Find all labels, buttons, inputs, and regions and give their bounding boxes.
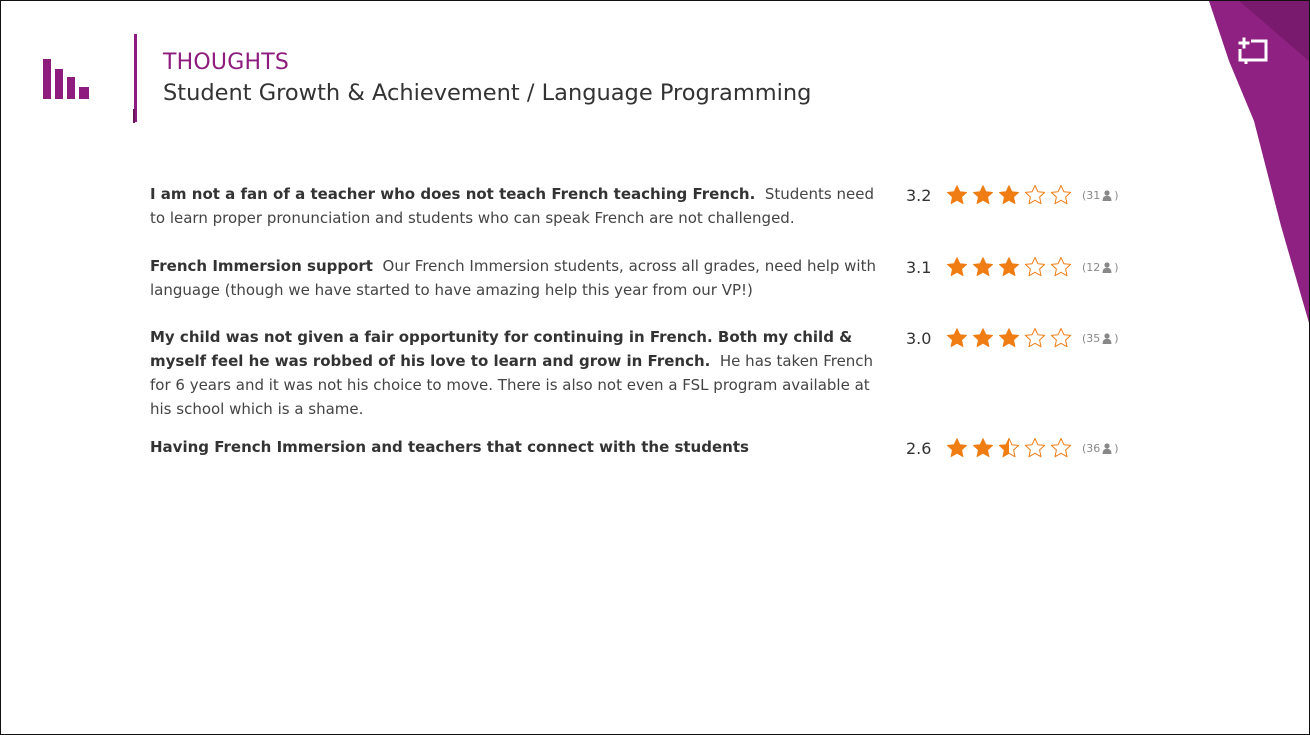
rating: 3.2 (31) [906, 184, 1119, 206]
thought-text: My child was not given a fair opportunit… [150, 325, 890, 421]
star-empty-icon [1024, 185, 1046, 205]
response-count-value: 35 [1086, 331, 1101, 345]
rating-score: 3.0 [906, 328, 932, 348]
star-filled-icon [947, 257, 967, 277]
star-empty-icon [1050, 185, 1072, 205]
star-filled-icon [973, 257, 993, 277]
thought-title: I am not a fan of a teacher who does not… [150, 185, 756, 203]
star-filled-icon [973, 438, 993, 458]
header-divider-tail [133, 109, 135, 123]
thought-text: French Immersion support Our French Imme… [150, 254, 890, 302]
person-icon [1102, 442, 1112, 454]
star-rating [946, 437, 1076, 459]
rating: 3.1 (12) [906, 256, 1119, 278]
star-empty-icon [1050, 257, 1072, 277]
star-empty-icon [1024, 257, 1046, 277]
response-count-value: 31 [1086, 188, 1101, 202]
star-half-icon [998, 438, 1020, 458]
star-rating [946, 256, 1076, 278]
star-filled-icon [973, 185, 993, 205]
rating-score: 2.6 [906, 438, 932, 458]
rating-score: 3.2 [906, 185, 932, 205]
response-count: (12) [1082, 260, 1119, 274]
response-count: (35) [1082, 331, 1119, 345]
rating-score: 3.1 [906, 257, 932, 277]
person-icon [1102, 261, 1112, 273]
response-count-value: 36 [1086, 441, 1101, 455]
star-filled-icon [999, 328, 1019, 348]
star-rating [946, 184, 1076, 206]
page-subtitle: Student Growth & Achievement / Language … [163, 80, 812, 106]
star-empty-icon [1024, 328, 1046, 348]
rating: 2.6 (36) [906, 437, 1119, 459]
response-count: (36) [1082, 441, 1119, 455]
star-filled-icon [973, 328, 993, 348]
bar-chart-logo-icon [43, 59, 95, 99]
star-empty-icon [1024, 438, 1046, 458]
response-count: (31) [1082, 188, 1119, 202]
star-filled-icon [947, 328, 967, 348]
response-count-value: 12 [1086, 260, 1101, 274]
star-empty-icon [1050, 438, 1072, 458]
thought-title: Having French Immersion and teachers tha… [150, 438, 749, 456]
rating: 3.0 (35) [906, 327, 1119, 349]
person-icon [1102, 332, 1112, 344]
expand-frame-icon[interactable] [1234, 31, 1272, 69]
star-filled-icon [947, 438, 967, 458]
slide-frame: THOUGHTS Student Growth & Achievement / … [0, 0, 1310, 735]
thought-text: I am not a fan of a teacher who does not… [150, 182, 890, 230]
thought-title: French Immersion support [150, 257, 373, 275]
star-filled-icon [947, 185, 967, 205]
star-rating [946, 327, 1076, 349]
thought-text: Having French Immersion and teachers tha… [150, 435, 890, 459]
page-title: THOUGHTS [163, 50, 289, 75]
star-empty-icon [1050, 328, 1072, 348]
star-filled-icon [999, 185, 1019, 205]
star-filled-icon [999, 257, 1019, 277]
person-icon [1102, 189, 1112, 201]
